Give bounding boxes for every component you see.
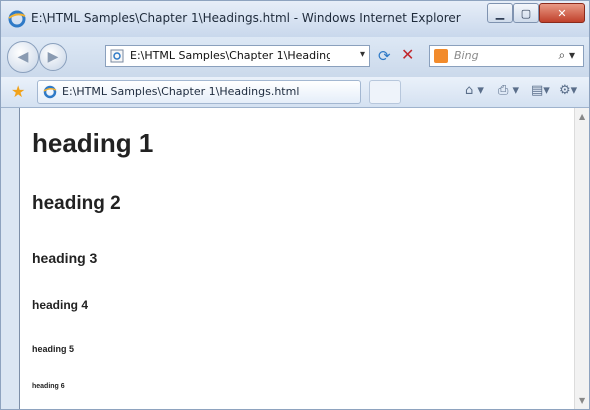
close-window-button[interactable]: ✕ — [539, 3, 585, 23]
close-icon: ✕ — [557, 6, 567, 20]
page-content: heading 1 heading 2 heading 3 heading 4 … — [19, 108, 575, 409]
browser-window: E:\HTML Samples\Chapter 1\Headings.html … — [0, 0, 590, 410]
print-icon[interactable]: ⎙ ▾ — [498, 83, 519, 98]
internet-explorer-icon — [43, 85, 57, 99]
search-placeholder[interactable]: Bing — [454, 49, 479, 62]
heading-6: heading 6 — [32, 383, 65, 390]
navigation-bar: ◀ ▶ E:\HTML Samples\Chapter 1\Headings.h… — [1, 37, 589, 77]
heading-5: heading 5 — [32, 344, 75, 354]
search-icon[interactable]: ⌕ ▾ — [558, 48, 575, 63]
forward-button[interactable]: ▶ — [39, 43, 67, 71]
heading-2: heading 2 — [32, 193, 121, 214]
window-title: E:\HTML Samples\Chapter 1\Headings.html … — [31, 11, 461, 25]
bing-logo-icon — [434, 49, 448, 63]
back-arrow-icon: ◀ — [17, 49, 29, 65]
scroll-up-icon[interactable]: ▲ — [579, 112, 585, 121]
chevron-down-icon[interactable]: ▾ — [360, 49, 365, 60]
back-button[interactable]: ◀ — [7, 41, 39, 73]
minimize-button[interactable]: ▁ — [487, 3, 513, 23]
page-icon — [110, 49, 124, 63]
new-tab-button[interactable] — [369, 80, 401, 104]
internet-explorer-icon — [8, 10, 26, 28]
forward-arrow-icon: ▶ — [47, 49, 59, 65]
tab-title: E:\HTML Samples\Chapter 1\Headings.html — [62, 85, 300, 98]
favorites-bar: ★ E:\HTML Samples\Chapter 1\Headings.htm… — [1, 77, 589, 108]
heading-4: heading 4 — [32, 298, 89, 312]
address-text[interactable]: E:\HTML Samples\Chapter 1\Headings.htm — [130, 49, 330, 62]
heading-3: heading 3 — [32, 250, 98, 266]
vertical-scrollbar[interactable]: ▲ ▼ — [574, 108, 589, 409]
address-bar[interactable]: E:\HTML Samples\Chapter 1\Headings.htm ▾ — [105, 45, 370, 67]
maximize-button[interactable]: ▢ — [513, 3, 539, 23]
tools-icon[interactable]: ⚙▾ — [559, 83, 577, 98]
search-box[interactable]: Bing ⌕ ▾ — [429, 45, 584, 67]
refresh-icon[interactable]: ⟳ — [378, 47, 391, 65]
scroll-down-icon[interactable]: ▼ — [579, 396, 585, 405]
favorites-star-icon[interactable]: ★ — [11, 82, 25, 101]
minimize-icon: ▁ — [495, 6, 505, 20]
maximize-icon: ▢ — [520, 6, 532, 20]
stop-icon[interactable]: ✕ — [401, 45, 414, 64]
heading-1: heading 1 — [32, 128, 154, 158]
window-controls: ▁ ▢ ✕ — [487, 3, 585, 23]
title-bar: E:\HTML Samples\Chapter 1\Headings.html … — [1, 1, 589, 37]
home-icon[interactable]: ⌂ ▾ — [465, 83, 484, 98]
tab-headings[interactable]: E:\HTML Samples\Chapter 1\Headings.html — [37, 80, 361, 104]
page-menu-icon[interactable]: ▤▾ — [531, 83, 550, 98]
